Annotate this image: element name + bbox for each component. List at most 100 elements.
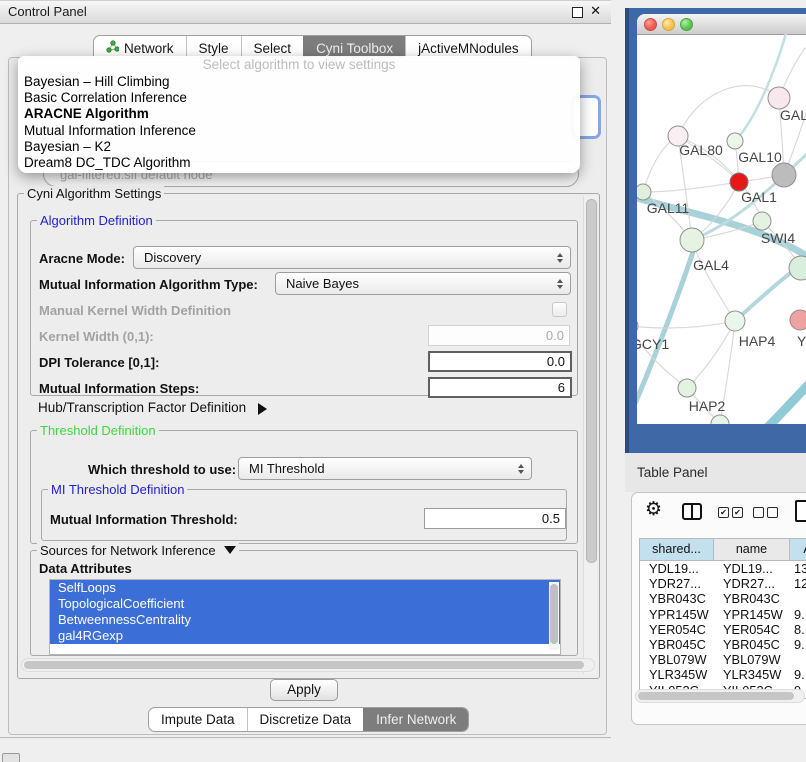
mi-threshold-definition-group: MI Threshold Definition Mutual Informati…: [41, 489, 567, 541]
bottom-tabbar: Impute Data Discretize Data Infer Networ…: [148, 707, 469, 732]
float-window-icon[interactable]: [572, 7, 583, 18]
gear-icon[interactable]: ⚙: [645, 498, 662, 521]
panel-divider: [0, 737, 611, 738]
node-pink-top[interactable]: [768, 87, 790, 109]
network-canvas[interactable]: GAL GAL80 GAL10 GAL1 SWI4 GAL11 GAL4 GCY…: [637, 34, 806, 424]
mi-algorithm-type-combo[interactable]: Naive Bayes: [275, 272, 571, 295]
stepper-arrows-icon: [557, 279, 563, 289]
table-panel-card: ⚙ ✔ ✔ shared... name A YDL19...YDL19...1…: [631, 492, 806, 725]
which-threshold-combo[interactable]: MI Threshold: [238, 457, 532, 480]
cyni-settings-group-title: Cyni Algorithm Settings: [24, 186, 164, 201]
manual-kernel-width-checkbox[interactable]: [552, 302, 567, 317]
close-traffic-light[interactable]: [644, 18, 657, 31]
node-hap4[interactable]: [725, 311, 745, 331]
which-threshold-label: Which threshold to use:: [88, 462, 236, 477]
tab-infer-network[interactable]: Infer Network: [363, 708, 468, 731]
minimized-panel-icon[interactable]: [2, 753, 20, 762]
aracne-mode-label: Aracne Mode:: [39, 251, 125, 266]
node-right-edge[interactable]: [789, 256, 806, 280]
node-label: GAL4: [693, 257, 729, 273]
list-item[interactable]: gal4RGexp: [50, 628, 560, 644]
dpi-tolerance-label: DPI Tolerance [0,1]:: [39, 355, 159, 370]
node-gray[interactable]: [772, 163, 796, 187]
sources-group-title[interactable]: Sources for Network Inference: [37, 543, 239, 558]
deselect-all-checkboxes-icon[interactable]: [753, 507, 778, 518]
screen: Control Panel ✕ Network Style Select Cyn…: [0, 0, 806, 762]
table-horizontal-scrollbar[interactable]: [635, 689, 805, 703]
table-row[interactable]: YDL19...YDL19...13: [640, 561, 806, 576]
node-gcy1[interactable]: [637, 318, 638, 334]
tab-impute-data[interactable]: Impute Data: [149, 708, 247, 731]
aracne-mode-combo[interactable]: Discovery: [133, 246, 571, 269]
settings-vertical-scrollbar[interactable]: [583, 196, 597, 674]
close-icon[interactable]: ✕: [590, 3, 601, 19]
mi-threshold-label: Mutual Information Threshold:: [50, 512, 238, 527]
zoom-traffic-light[interactable]: [680, 18, 693, 31]
kernel-width-field[interactable]: 0.0: [428, 325, 570, 346]
list-vertical-scrollbar[interactable]: [549, 582, 559, 650]
kernel-width-label: Kernel Width (0,1):: [39, 329, 154, 344]
mi-threshold-field[interactable]: 0.5: [424, 508, 566, 529]
table-body: YDL19...YDL19...13 YDR27...YDR27...12 YB…: [640, 560, 806, 698]
mi-threshold-definition-title: MI Threshold Definition: [48, 482, 187, 497]
node-label: GAL10: [738, 149, 782, 165]
column-header[interactable]: shared...: [640, 539, 714, 560]
node-gal11[interactable]: [637, 184, 651, 200]
algorithm-definition-title: Algorithm Definition: [37, 213, 156, 228]
collapse-arrow-icon[interactable]: [224, 546, 236, 554]
settings-horizontal-scrollbar[interactable]: [21, 658, 595, 672]
hub-definition-toggle[interactable]: Hub/Transcription Factor Definition: [38, 400, 267, 415]
algorithm-option[interactable]: Bayesian – Hill Climbing: [18, 74, 580, 90]
table-row[interactable]: YBR043CYBR043C: [640, 591, 806, 606]
algorithm-option[interactable]: Basic Correlation Inference: [18, 90, 580, 106]
table-panel-title: Table Panel: [637, 465, 708, 480]
node-gal4[interactable]: [680, 228, 704, 252]
node-salmon[interactable]: [790, 310, 806, 330]
network-window-titlebar[interactable]: [637, 14, 806, 35]
node-hap2[interactable]: [678, 379, 696, 397]
scrollbar-thumb[interactable]: [24, 661, 584, 669]
apply-button[interactable]: Apply: [270, 679, 338, 701]
table-row[interactable]: YBL079WYBL079W: [640, 652, 806, 667]
node-label: GAL11: [647, 200, 690, 216]
scrollbar-thumb[interactable]: [550, 584, 558, 644]
column-header[interactable]: name: [714, 539, 790, 560]
network-view-window[interactable]: GAL GAL80 GAL10 GAL1 SWI4 GAL11 GAL4 GCY…: [637, 14, 806, 424]
column-header[interactable]: A: [790, 539, 806, 560]
scrollbar-thumb[interactable]: [586, 199, 597, 563]
table-row[interactable]: YBR045CYBR045C9.: [640, 637, 806, 652]
node-gal10[interactable]: [727, 133, 743, 149]
scrollbar-thumb[interactable]: [638, 692, 794, 700]
network-nodes[interactable]: [637, 87, 806, 424]
node-label: GAL: [780, 107, 806, 123]
tab-discretize-data[interactable]: Discretize Data: [247, 708, 364, 731]
data-attributes-list[interactable]: SelfLoops TopologicalCoefficient Between…: [49, 579, 561, 655]
dpi-tolerance-field[interactable]: 0.0: [428, 351, 572, 372]
algorithm-option-selected[interactable]: ARACNE Algorithm: [18, 106, 580, 122]
table-row[interactable]: YLR345WYLR345W9.: [640, 667, 806, 682]
stepper-arrows-icon: [557, 253, 563, 263]
algorithm-option[interactable]: Mutual Information Inference: [18, 123, 580, 139]
algorithm-option[interactable]: Dream8 DC_TDC Algorithm: [18, 155, 580, 171]
algorithm-dropdown: Select algorithm to view settings Bayesi…: [18, 56, 580, 173]
node-bottom-edge[interactable]: [711, 415, 729, 424]
list-item[interactable]: BetweennessCentrality: [50, 612, 560, 628]
expand-arrow-icon[interactable]: [258, 403, 267, 415]
node-swi4[interactable]: [753, 212, 771, 230]
select-all-checkboxes-icon[interactable]: ✔ ✔: [718, 507, 743, 518]
mi-steps-field[interactable]: 6: [428, 377, 572, 398]
mi-algorithm-type-label: Mutual Information Algorithm Type:: [39, 277, 258, 292]
algorithm-option[interactable]: Bayesian – K2: [18, 139, 580, 155]
table-row[interactable]: YDR27...YDR27...12: [640, 576, 806, 591]
node-label: HAP4: [739, 333, 776, 349]
aracne-mode-value: Discovery: [144, 250, 201, 265]
list-item[interactable]: TopologicalCoefficient: [50, 596, 560, 612]
new-table-icon[interactable]: [795, 500, 806, 522]
node-label: SWI4: [761, 230, 795, 246]
table-row[interactable]: YPR145WYPR145W9.: [640, 607, 806, 622]
column-layout-icon[interactable]: [682, 503, 702, 520]
table-row[interactable]: YER054CYER054C8.: [640, 622, 806, 637]
node-table: shared... name A YDL19...YDL19...13 YDR2…: [639, 538, 806, 699]
list-item[interactable]: SelfLoops: [50, 580, 560, 596]
minimize-traffic-light[interactable]: [662, 18, 675, 31]
